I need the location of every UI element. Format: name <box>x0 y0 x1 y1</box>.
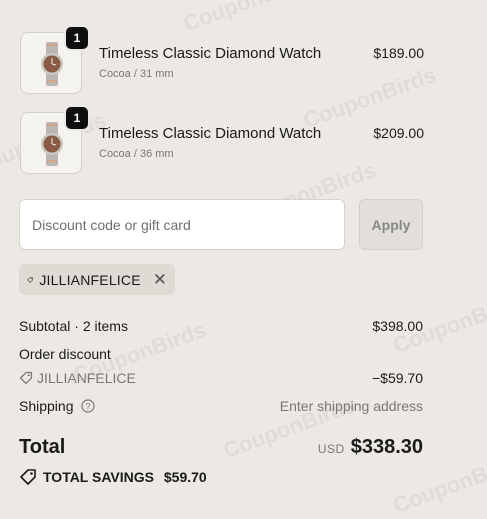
product-variant: Cocoa / 36 mm <box>99 148 174 160</box>
total-savings-value: $59.70 <box>163 469 207 485</box>
product-price: $189.00 <box>373 45 424 61</box>
shipping-label: Shipping <box>19 398 74 414</box>
watch-icon <box>41 42 63 86</box>
subtotal-value: $398.00 <box>372 318 423 334</box>
product-title: Timeless Classic Diamond Watch <box>99 45 322 62</box>
watch-icon <box>41 122 63 166</box>
discount-code-label: JILLIANFELICE <box>39 271 141 288</box>
remove-discount-icon[interactable]: ✕ <box>153 271 167 288</box>
product-thumbnail[interactable]: 1 <box>20 105 90 174</box>
apply-button[interactable]: Apply <box>359 199 423 250</box>
total-amount-group: USD $338.30 <box>318 436 423 459</box>
total-amount: $338.30 <box>350 436 423 458</box>
total-savings-row: TOTAL SAVINGS $59.70 <box>19 469 423 486</box>
tag-icon <box>19 372 33 385</box>
subtotal-row: Subtotal · 2 items $398.00 <box>19 318 423 334</box>
product-variant: Cocoa / 31 mm <box>99 68 174 80</box>
total-label: Total <box>19 436 66 458</box>
product-title: Timeless Classic Diamond Watch <box>99 125 322 142</box>
order-discount-label: Order discount <box>19 346 111 362</box>
discount-code-name: JILLIANFELICE <box>37 370 136 386</box>
shipping-row: Shipping ? Enter shipping address <box>19 398 423 414</box>
total-savings-label: TOTAL SAVINGS <box>43 469 154 485</box>
applied-discount-chip: JILLIANFELICE ✕ <box>19 264 175 295</box>
line-item: 1 Timeless Classic Diamond Watch Cocoa /… <box>20 105 424 176</box>
svg-text:?: ? <box>86 402 91 412</box>
order-discount-row: Order discount <box>19 346 423 362</box>
help-icon[interactable]: ? <box>81 399 95 413</box>
tag-icon <box>20 469 36 486</box>
product-price: $209.00 <box>373 125 424 141</box>
discount-code-row: JILLIANFELICE −$59.70 <box>19 370 423 386</box>
line-item: 1 Timeless Classic Diamond Watch Cocoa /… <box>20 25 424 96</box>
discount-code-input[interactable] <box>19 199 345 250</box>
product-thumbnail[interactable]: 1 <box>20 25 90 94</box>
tag-icon <box>27 276 33 283</box>
subtotal-label: Subtotal · 2 items <box>19 318 128 334</box>
currency-code: USD <box>317 442 345 456</box>
total-row: Total USD $338.30 <box>19 436 423 464</box>
shipping-value: Enter shipping address <box>279 398 423 414</box>
quantity-badge: 1 <box>64 25 90 51</box>
quantity-badge: 1 <box>64 105 90 131</box>
discount-amount: −$59.70 <box>372 370 423 386</box>
